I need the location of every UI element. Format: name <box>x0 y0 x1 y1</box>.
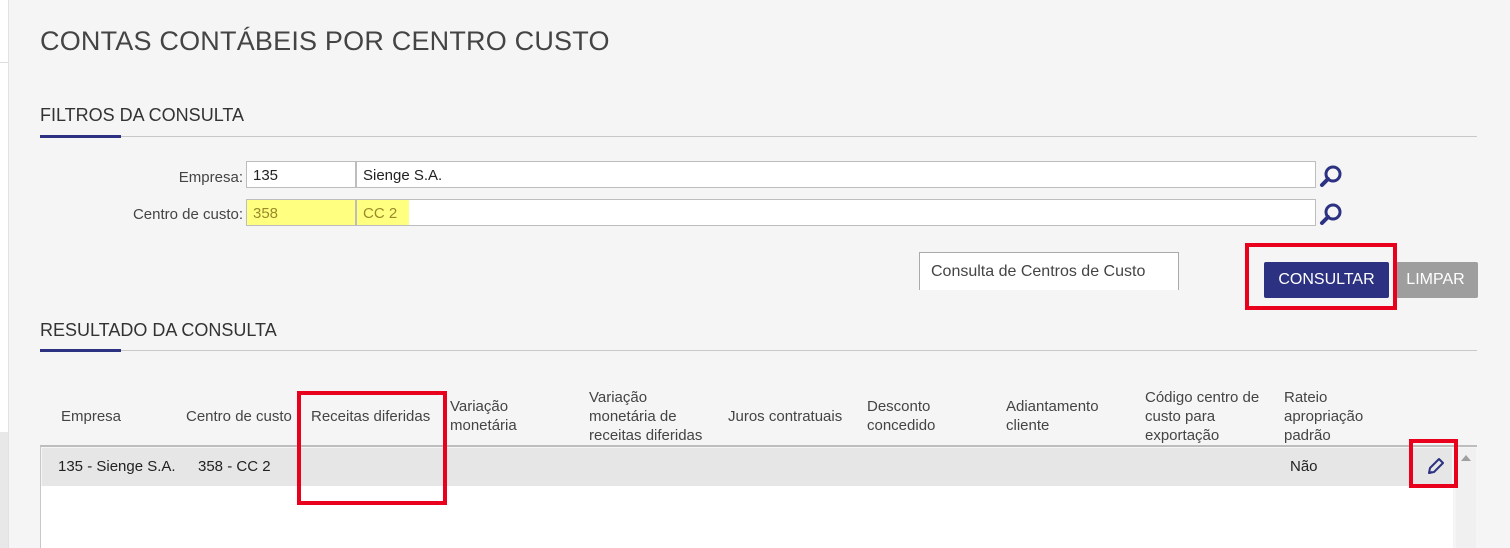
column-header-codigo-exportacao[interactable]: Código centro de custo para exportação <box>1145 388 1259 445</box>
results-underline <box>40 349 121 352</box>
column-header-juros-contratuais[interactable]: Juros contratuais <box>728 407 842 426</box>
empresa-search-button[interactable] <box>1317 161 1347 191</box>
cell-empresa: 135 - Sienge S.A. <box>58 458 176 475</box>
table-header-divider <box>40 445 1477 447</box>
centro-custo-code-input[interactable]: 358 <box>246 199 356 226</box>
empresa-label: Empresa: <box>178 169 243 186</box>
results-section-title: RESULTADO DA CONSULTA <box>40 320 277 340</box>
empresa-code-value: 135 <box>253 167 279 184</box>
centro-custo-code-value: 358 <box>253 203 279 224</box>
page-title: CONTAS CONTÁBEIS POR CENTRO CUSTO <box>40 26 610 56</box>
filters-underline <box>40 135 121 138</box>
search-icon <box>1320 203 1342 225</box>
column-header-variacao-receitas[interactable]: Variação monetária de receitas diferidas <box>589 388 702 445</box>
centro-custo-name-input[interactable]: CC 2 <box>356 199 1316 226</box>
column-header-centro-custo[interactable]: Centro de custo <box>186 407 298 426</box>
empresa-name-value: Sienge S.A. <box>363 167 443 184</box>
consultar-button[interactable]: CONSULTAR <box>1264 262 1389 298</box>
table-scrollbar[interactable] <box>1456 448 1476 548</box>
scroll-up-arrow-icon[interactable] <box>1461 455 1471 461</box>
results-divider <box>40 350 1477 351</box>
centro-custo-tooltip: Consulta de Centros de Custo <box>919 252 1179 290</box>
centro-custo-label: Centro de custo: <box>132 206 243 223</box>
empresa-code-input[interactable]: 135 <box>246 161 356 188</box>
limpar-button[interactable]: LIMPAR <box>1393 262 1478 298</box>
column-header-empresa[interactable]: Empresa <box>61 407 121 426</box>
column-header-adiantamento-cliente[interactable]: Adiantamento cliente <box>1006 397 1099 435</box>
column-header-receitas-diferidas[interactable]: Receitas diferidas <box>311 407 430 426</box>
cell-rateio: Não <box>1290 458 1318 475</box>
search-icon <box>1320 165 1342 187</box>
left-rail <box>0 0 9 548</box>
cell-centro-custo: 358 - CC 2 <box>198 458 271 475</box>
column-header-variacao-monetaria[interactable]: Variação monetária <box>450 397 517 435</box>
filters-divider <box>40 136 1477 137</box>
centro-custo-name-value: CC 2 <box>363 205 398 222</box>
pencil-icon <box>1428 458 1444 474</box>
filters-section-title: FILTROS DA CONSULTA <box>40 105 245 125</box>
column-header-desconto-concedido[interactable]: Desconto concedido <box>867 397 935 435</box>
edit-button[interactable] <box>1424 454 1448 478</box>
table-body <box>40 486 1453 548</box>
column-header-rateio[interactable]: Rateio apropriação padrão <box>1284 388 1363 445</box>
empresa-name-input[interactable]: Sienge S.A. <box>356 161 1316 188</box>
centro-custo-search-button[interactable] <box>1317 199 1347 229</box>
